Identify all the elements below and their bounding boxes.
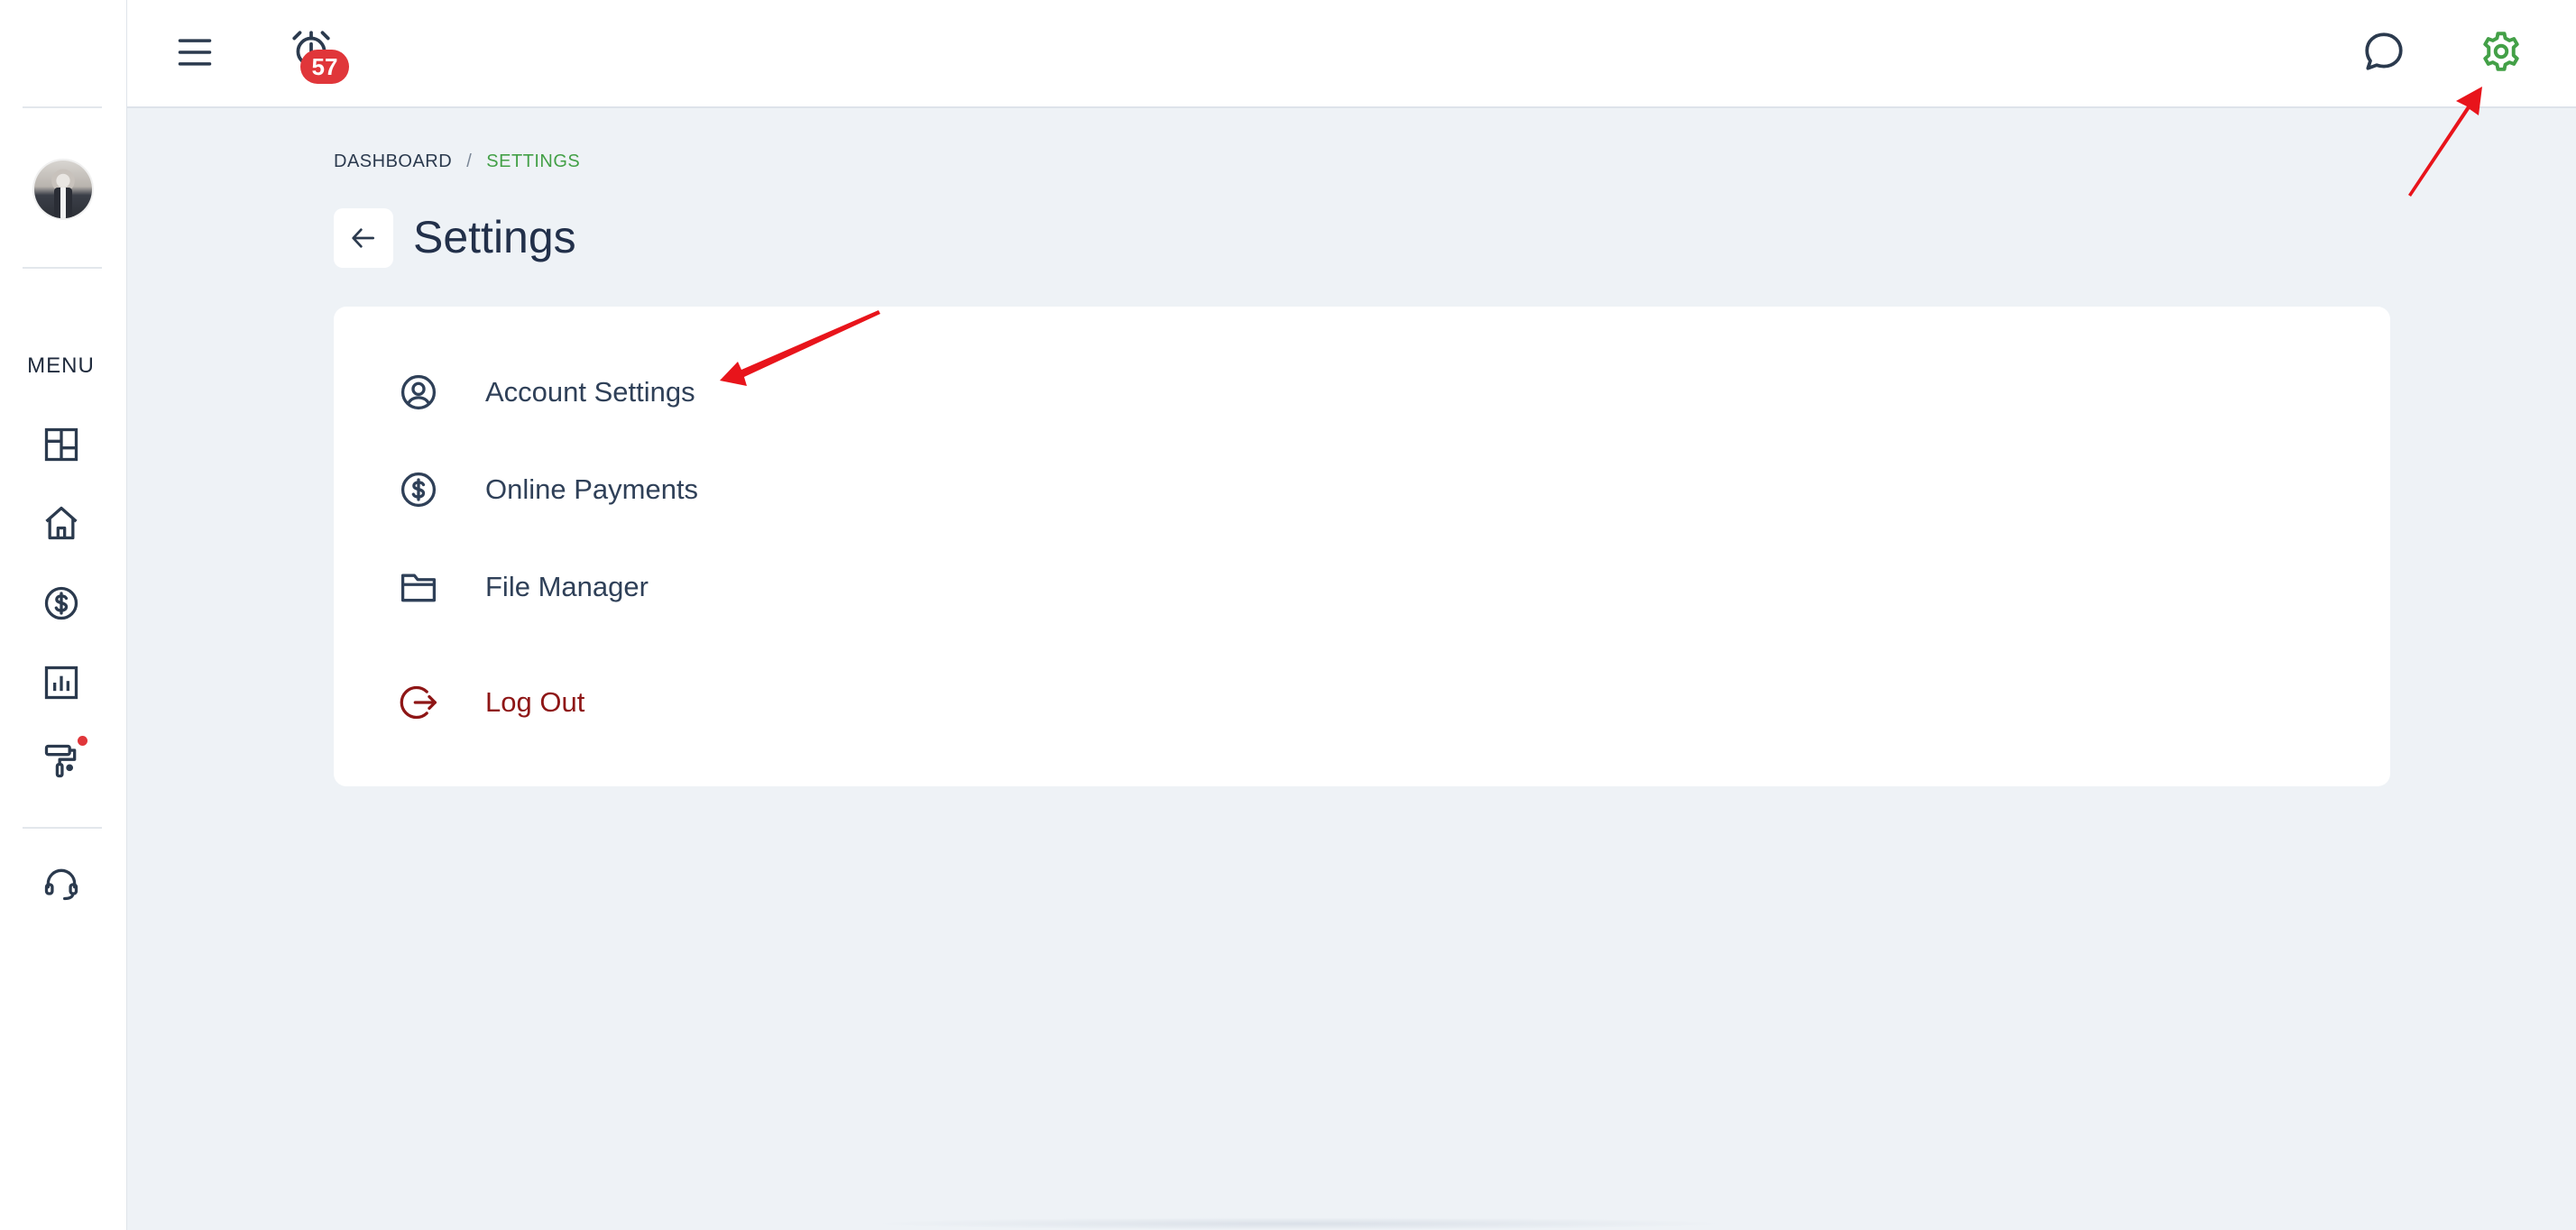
- sidebar-divider: [23, 106, 102, 108]
- sidebar-divider: [23, 267, 102, 269]
- logout-label: Log Out: [485, 686, 585, 718]
- dollar-circle-icon: [44, 586, 78, 620]
- arrow-left-icon: [352, 228, 374, 248]
- sidebar-divider: [23, 827, 102, 829]
- folder-icon: [400, 574, 437, 602]
- account-settings-label: Account Settings: [485, 376, 695, 408]
- gear-icon: [2483, 32, 2519, 71]
- sidebar-item-dashboard[interactable]: [41, 425, 81, 464]
- breadcrumb-separator: /: [466, 151, 473, 171]
- home-icon: [45, 506, 78, 540]
- sidebar-item-support[interactable]: [41, 864, 81, 904]
- sidebar-item-home[interactable]: [41, 503, 81, 543]
- settings-card: Account Settings Online Payments File Ma…: [334, 307, 2390, 786]
- user-circle-icon: [400, 374, 437, 410]
- logout-item[interactable]: Log Out: [334, 665, 1145, 737]
- top-bar: [127, 0, 2576, 108]
- sidebar-item-payments[interactable]: [41, 583, 81, 623]
- avatar[interactable]: [34, 161, 92, 218]
- alarm-count-badge: 57: [300, 50, 349, 84]
- file-manager-label: File Manager: [485, 571, 649, 602]
- settings-button[interactable]: [2479, 29, 2524, 74]
- sidebar-item-services[interactable]: [41, 736, 87, 781]
- logout-icon: [400, 685, 437, 720]
- menu-toggle-button[interactable]: [175, 32, 215, 72]
- breadcrumb: DASHBOARD / SETTINGS: [334, 151, 580, 172]
- account-settings-item[interactable]: Account Settings: [334, 354, 1145, 427]
- hamburger-icon: [178, 39, 212, 66]
- chat-bubble-icon: [2365, 32, 2403, 70]
- breadcrumb-dashboard[interactable]: DASHBOARD: [334, 151, 452, 171]
- sidebar-item-reports[interactable]: [41, 663, 81, 702]
- headset-icon: [44, 868, 78, 901]
- online-payments-label: Online Payments: [485, 473, 699, 505]
- bottom-shadow: [866, 1217, 1732, 1230]
- paint-roller-icon: [44, 744, 77, 778]
- back-button[interactable]: [334, 208, 393, 268]
- page-title: Settings: [413, 212, 576, 262]
- file-manager-item[interactable]: File Manager: [334, 549, 1145, 621]
- chat-button[interactable]: [2361, 29, 2406, 74]
- menu-label: MENU: [27, 353, 95, 378]
- sidebar: MENU: [0, 0, 127, 1230]
- online-payments-item[interactable]: Online Payments: [334, 452, 1145, 524]
- breadcrumb-settings: SETTINGS: [486, 151, 581, 171]
- dollar-circle-icon: [400, 472, 437, 508]
- dashboard-icon: [44, 427, 78, 462]
- chart-icon: [44, 665, 78, 700]
- notification-dot: [78, 736, 87, 746]
